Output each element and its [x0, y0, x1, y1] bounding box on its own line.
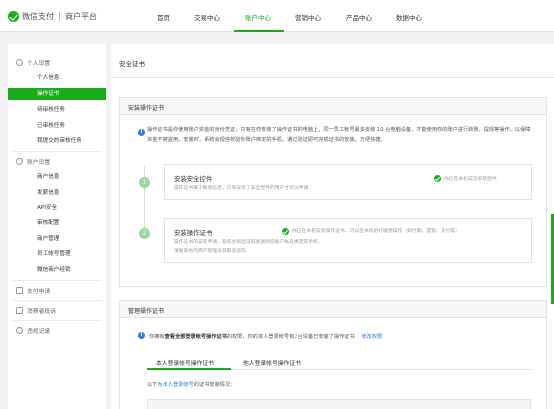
- step-number: 2: [139, 228, 150, 239]
- sidebar-item-operation-cert[interactable]: 操作证书: [8, 88, 106, 100]
- nav-data[interactable]: 数据中心: [396, 12, 422, 22]
- sidebar-item-review-config[interactable]: 审核配置: [8, 217, 106, 229]
- nav-home[interactable]: 首页: [157, 12, 170, 22]
- sidebar-group-label: 账户设置: [27, 160, 51, 166]
- page-title: 安全证书: [119, 60, 145, 68]
- nav-account[interactable]: 账户中心: [245, 12, 271, 22]
- tab-own-certs[interactable]: 本人登录帐号操作证书: [156, 358, 214, 367]
- brand-name: 微信支付: [22, 11, 54, 21]
- caption-text: 以下为: [147, 382, 163, 388]
- sidebar-item-reviewed[interactable]: 已审核任务: [8, 120, 106, 132]
- permission-info: 你拥有查看全部登录帐号操作证书的权限，你的本人登录帐号有2台设备已安装了操作证书…: [149, 333, 382, 340]
- sidebar-group-violations[interactable]: 违规记录: [16, 326, 50, 335]
- step-description: 操作证书的安装申请，系统会将验证码发送到您账户帐号绑定的手机，: [174, 240, 323, 245]
- step-title: 安装安全控件: [174, 175, 213, 183]
- nav-active-indicator: [234, 30, 284, 32]
- caption-text: 的证书安装情况：: [193, 382, 236, 388]
- sidebar-group-complaints[interactable]: 消费者投诉: [16, 306, 56, 315]
- modify-permission-link[interactable]: 修改权限: [361, 334, 382, 340]
- manage-cert-panel: 管理操作证书 i 你拥有查看全部登录帐号操作证书的权限，你的本人登录帐号有2台设…: [119, 300, 547, 409]
- panel-title: 安装操作证书: [128, 105, 165, 112]
- install-cert-panel: 安装操作证书 i 操作证书是你使用账户资金的身份凭证，只有在你安装了操作证书的电…: [119, 97, 547, 287]
- check-icon: [282, 228, 289, 235]
- panel-title: 管理操作证书: [128, 308, 165, 315]
- step-number: 1: [139, 177, 150, 188]
- sidebar-divider: [12, 280, 102, 281]
- sidebar-item-merchant-manage[interactable]: 商户管理: [8, 233, 106, 245]
- cert-tabs: 本人登录帐号操作证书 他人登录帐号操作证书: [147, 353, 531, 370]
- sidebar-item-merchant-info[interactable]: 商户信息: [8, 171, 106, 183]
- step-status: 你已在本机安装操作证书，可以在本机进行敏感操作（如付款、提现、支付等）: [292, 229, 460, 234]
- step-connector: [144, 165, 145, 233]
- check-icon: [434, 175, 441, 182]
- sidebar-divider: [12, 300, 102, 301]
- info-icon: i: [138, 129, 145, 136]
- list-caption: 以下为本人登录帐号的证书安装情况：: [147, 381, 235, 388]
- sidebar-item-api-security[interactable]: API安全: [8, 202, 106, 214]
- sidebar-item-pending-review[interactable]: 待审核任务: [8, 104, 106, 116]
- nav-products[interactable]: 产品中心: [346, 12, 372, 22]
- sidebar-divider: [12, 151, 102, 152]
- sidebar-group-payment-apply[interactable]: 支付申请: [16, 286, 50, 295]
- sidebar-group-account[interactable]: 账户设置: [16, 157, 50, 166]
- step-install-control: 安装安全控件 操作证书属于敏感信息，只有安装了安全控件的用户才可以申请 你已在本…: [164, 164, 532, 200]
- tab-active-indicator: [147, 368, 231, 370]
- sidebar-item-my-submitted[interactable]: 我提交的审核任务: [8, 135, 106, 147]
- step-install-certificate: 安装操作证书 操作证书的安装申请，系统会将验证码发送到您账户帐号绑定的手机， 请…: [164, 218, 532, 263]
- sidebar-item-staff-accounts[interactable]: 员工帐号管理: [8, 248, 106, 260]
- own-account-link[interactable]: 本人登录帐号: [163, 382, 194, 388]
- settings-icon: [16, 158, 23, 165]
- top-header: 微信支付 商户平台 首页 交易中心 账户中心 营销中心 产品中心 数据中心: [0, 0, 554, 32]
- sidebar-divider: [12, 320, 102, 321]
- sidebar-group-label: 违规记录: [27, 329, 51, 335]
- sidebar-group-label: 支付申请: [27, 289, 51, 295]
- step-status: 你已在本机成功安装控件: [444, 177, 497, 182]
- payment-icon: [16, 287, 23, 294]
- cert-table-header: [147, 399, 531, 409]
- complaint-icon: [16, 307, 23, 314]
- info-text: 台设备已安装了操作证书: [297, 334, 355, 340]
- sidebar-group-label: 个人设置: [27, 61, 51, 67]
- brand-subtitle: 商户平台: [65, 11, 97, 21]
- sidebar-group-personal[interactable]: 个人设置: [16, 58, 50, 67]
- warning-icon: [16, 327, 23, 334]
- sidebar-item-personal-info[interactable]: 个人信息: [8, 72, 106, 84]
- panel-header: 管理操作证书: [120, 301, 546, 318]
- sidebar-group-label: 消费者投诉: [27, 309, 56, 315]
- info-text: 的权限，你的本人登录帐号有: [226, 334, 295, 340]
- info-permission: 查看全部登录帐号操作证书: [164, 334, 227, 340]
- sidebar: 个人设置 个人信息 操作证书 待审核任务 已审核任务 我提交的审核任务 账户设置…: [8, 44, 106, 409]
- main-content: 安全证书 安装操作证书 i 操作证书是你使用账户资金的身份凭证，只有在你安装了操…: [111, 44, 554, 409]
- info-text: 你拥有: [149, 334, 165, 340]
- brand-logo[interactable]: 微信支付 商户平台: [8, 10, 97, 22]
- info-icon: i: [138, 332, 145, 339]
- step-description: 请联系你的商户管理员获取验证码: [174, 249, 246, 254]
- brand-separator: [59, 11, 60, 21]
- person-icon: [16, 59, 23, 66]
- sidebar-item-wechat-distributor[interactable]: 微信商户经销: [8, 264, 106, 276]
- wechat-pay-logo-icon: [8, 10, 19, 22]
- panel-header: 安装操作证书: [120, 98, 546, 115]
- install-description: 操作证书是你使用账户资金的身份凭证，只有在你安装了操作证书的电脑上，同一员工帐号…: [147, 127, 531, 143]
- nav-marketing[interactable]: 营销中心: [295, 12, 321, 22]
- step-title: 安装操作证书: [174, 229, 213, 237]
- nav-transactions[interactable]: 交易中心: [194, 12, 220, 22]
- step-description: 操作证书属于敏感信息，只有安装了安全控件的用户才可以申请: [174, 186, 309, 191]
- title-divider: [111, 77, 554, 78]
- tab-others-certs[interactable]: 他人登录帐号操作证书: [243, 358, 301, 367]
- sidebar-item-salary-info[interactable]: 发薪信息: [8, 187, 106, 199]
